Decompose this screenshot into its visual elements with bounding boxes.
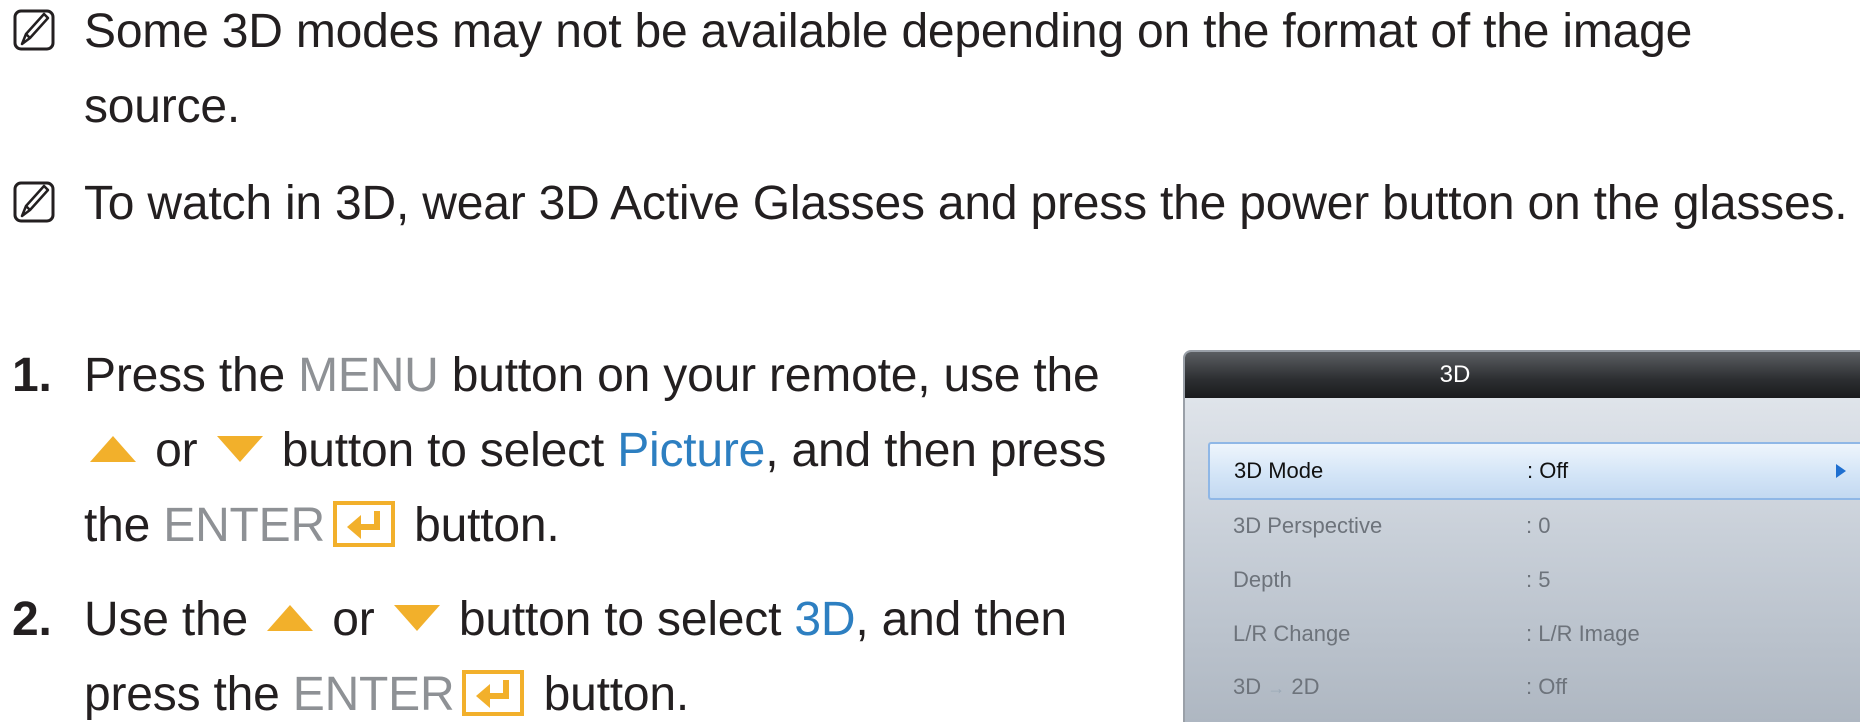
picture-keyword: Picture xyxy=(617,424,766,477)
menu-row-label: 3D Mode xyxy=(1234,458,1324,483)
note-text: To watch in 3D, wear 3D Active Glasses a… xyxy=(84,177,1848,230)
3d-menu-title-text: 3D xyxy=(1439,361,1471,388)
enter-keyword: ENTER xyxy=(163,499,325,552)
enter-icon xyxy=(462,670,525,717)
menu-row-3d-mode[interactable]: 3D Mode : Off xyxy=(1208,442,1860,500)
menu-row-value: : Off xyxy=(1527,458,1569,483)
arrow-right-icon: → xyxy=(1267,678,1286,698)
step-number: 2. xyxy=(12,593,52,646)
up-triangle-icon xyxy=(267,605,314,632)
step-text-part: button to select xyxy=(445,593,795,646)
step-text-part: button. xyxy=(400,499,560,552)
menu-row-3d-perspective[interactable]: 3D Perspective : 0 xyxy=(1209,498,1860,554)
step-text-part: or xyxy=(319,593,388,646)
step-text-part: button. xyxy=(530,668,690,721)
menu-row-depth[interactable]: Depth : 5 xyxy=(1209,552,1860,608)
menu-row-label: Depth xyxy=(1233,567,1292,592)
menu-row-label-a: 3D xyxy=(1233,674,1262,699)
step-text-part: Use the xyxy=(84,593,262,646)
enter-icon xyxy=(332,501,395,548)
menu-row-lr-change[interactable]: L/R Change : L/R Image xyxy=(1209,606,1860,662)
step-2: 2. Use the or button to select 3D, and t… xyxy=(0,582,1120,722)
step-number: 1. xyxy=(12,349,52,402)
menu-row-label: 3D Perspective xyxy=(1233,513,1383,538)
step-text: Use the or button to select 3D, and then… xyxy=(84,582,1134,722)
step-text-part: button on your remote, use the xyxy=(438,349,1100,402)
note-icon xyxy=(13,181,55,223)
note-text: Some 3D modes may not be available depen… xyxy=(84,5,1693,133)
step-text-part: or xyxy=(142,424,211,477)
menu-row-value: : 5 xyxy=(1526,567,1551,592)
step-text-part: Press the xyxy=(84,349,299,402)
step-text-part: button to select xyxy=(268,424,618,477)
3d-keyword: 3D xyxy=(794,593,856,646)
menu-row-value: : 0 xyxy=(1526,513,1551,538)
menu-row-label: 3D → 2D xyxy=(1233,659,1320,716)
menu-keyword: MENU xyxy=(298,349,439,402)
3d-menu-title: 3D xyxy=(1185,352,1545,398)
right-arrow-icon xyxy=(1836,464,1846,478)
down-triangle-icon xyxy=(393,605,440,632)
menu-row-3d-to-2d[interactable]: 3D → 2D : Off xyxy=(1209,659,1860,715)
menu-row-value: : Off xyxy=(1526,674,1568,699)
3d-menu-panel: 3D 3D Mode : Off 3D Perspective : 0 Dept… xyxy=(1183,350,1860,722)
menu-row-label-b: 2D xyxy=(1291,674,1320,699)
up-triangle-icon xyxy=(90,436,136,463)
down-triangle-icon xyxy=(216,436,263,463)
menu-row-value: : L/R Image xyxy=(1526,621,1640,646)
step-text: Press the MENU button on your remote, us… xyxy=(84,338,1134,563)
note-icon xyxy=(13,9,55,51)
enter-keyword: ENTER xyxy=(292,668,455,721)
step-1: 1. Press the MENU button on your remote,… xyxy=(0,338,1120,568)
menu-row-label: L/R Change xyxy=(1233,621,1351,646)
3d-menu-header: 3D xyxy=(1185,352,1860,398)
